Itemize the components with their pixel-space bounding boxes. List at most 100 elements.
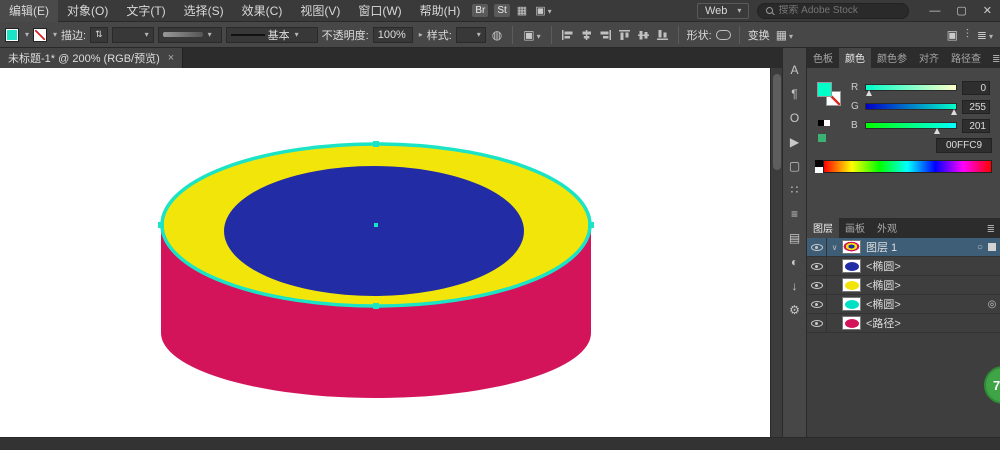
- stroke-weight-stepper[interactable]: ⇅: [90, 27, 108, 43]
- default-colors-icon[interactable]: [818, 120, 830, 126]
- tab-color-guide[interactable]: 颜色参: [871, 48, 913, 68]
- menu-window[interactable]: 窗口(W): [349, 0, 410, 22]
- layer-row-ellipse-blue[interactable]: <椭圆>: [807, 257, 1000, 276]
- opacity-panel-arrow-icon[interactable]: ▸: [419, 30, 423, 39]
- color-spectrum[interactable]: [815, 160, 992, 173]
- stock-icon[interactable]: St: [494, 4, 509, 17]
- stroke-panel-icon[interactable]: ≡: [791, 208, 798, 220]
- restore-button[interactable]: ▢: [948, 4, 974, 17]
- blue-slider-thumb[interactable]: [934, 128, 940, 134]
- tab-align[interactable]: 对齐: [913, 48, 945, 68]
- visibility-toggle[interactable]: [807, 314, 827, 332]
- tab-color[interactable]: 颜色: [839, 48, 871, 68]
- target-circle-icon[interactable]: ○: [972, 242, 988, 253]
- menu-effect[interactable]: 效果(C): [233, 0, 292, 22]
- stroke-color-swatch[interactable]: [33, 28, 47, 42]
- menu-view[interactable]: 视图(V): [291, 0, 349, 22]
- layout-icon[interactable]: ▣▾: [531, 4, 555, 17]
- object-name[interactable]: <椭圆>: [866, 277, 984, 293]
- panel-options-icon[interactable]: ▣: [945, 28, 960, 42]
- green-slider[interactable]: [865, 103, 957, 110]
- document-setup-icon[interactable]: ▣▾: [521, 28, 542, 42]
- stroke-caret-icon[interactable]: ▾: [53, 30, 57, 39]
- menu-edit[interactable]: 编辑(E): [0, 0, 58, 22]
- align-top-icon[interactable]: [618, 29, 631, 41]
- center-point[interactable]: [374, 223, 378, 227]
- bridge-icon[interactable]: Br: [472, 4, 488, 17]
- artboards-panel-icon[interactable]: ▢: [789, 160, 800, 172]
- fill-color-swatch[interactable]: [5, 28, 19, 42]
- menu-help[interactable]: 帮助(H): [411, 0, 470, 22]
- object-name[interactable]: <椭圆>: [866, 296, 984, 312]
- actions-panel-icon[interactable]: ▶: [790, 136, 799, 148]
- menu-select[interactable]: 选择(S): [175, 0, 233, 22]
- align-right-icon[interactable]: [599, 29, 612, 41]
- transform-grid-icon[interactable]: ▦▾: [774, 28, 795, 42]
- transform-label[interactable]: 变换: [748, 27, 770, 43]
- panel-menu-icon[interactable]: ≣: [982, 224, 1000, 238]
- transform-panel-icon[interactable]: ∷: [791, 184, 799, 196]
- opacity-field[interactable]: 100%: [373, 27, 413, 43]
- tab-layers[interactable]: 图层: [807, 218, 839, 238]
- visibility-toggle[interactable]: [807, 276, 827, 294]
- gradient-panel-icon[interactable]: ▤: [789, 232, 800, 244]
- web-color-cube-icon[interactable]: [818, 134, 826, 142]
- workspace-switcher[interactable]: Web ▾: [697, 3, 749, 19]
- minimize-button[interactable]: —: [921, 5, 948, 17]
- transparency-panel-icon[interactable]: ◐: [791, 256, 798, 268]
- anchor-left[interactable]: [158, 222, 164, 228]
- layer-row-ellipse-cyan[interactable]: <椭圆> ◎: [807, 295, 1000, 314]
- layer-name[interactable]: 图层 1: [866, 239, 972, 255]
- panel-menu-icon[interactable]: ≣: [987, 54, 1000, 68]
- recolor-artwork-icon[interactable]: ◍: [490, 28, 504, 42]
- symbols-panel-icon[interactable]: ↓: [792, 280, 798, 292]
- tab-appearance[interactable]: 外观: [871, 218, 903, 238]
- width-profile-dropdown[interactable]: ▾: [158, 27, 222, 43]
- canvas-artboard[interactable]: [0, 68, 770, 437]
- fill-caret-icon[interactable]: ▾: [25, 30, 29, 39]
- green-value[interactable]: 255: [962, 100, 990, 114]
- selection-indicator[interactable]: [988, 243, 996, 251]
- layer-row-path-pink[interactable]: <路径>: [807, 314, 1000, 333]
- settings-gear-icon[interactable]: ⚙: [789, 304, 800, 316]
- paragraph-panel-icon[interactable]: ¶: [791, 88, 797, 100]
- menu-object[interactable]: 对象(O): [58, 0, 117, 22]
- green-slider-thumb[interactable]: [951, 109, 957, 115]
- red-slider[interactable]: [865, 84, 957, 91]
- overflow-menu-icon[interactable]: ≣▾: [975, 28, 995, 42]
- black-white-swatches[interactable]: [815, 160, 823, 173]
- tab-pathfinder[interactable]: 路径查: [945, 48, 987, 68]
- shape-properties-icon[interactable]: [716, 30, 731, 40]
- hex-value-field[interactable]: 00FFC9: [936, 138, 992, 153]
- blue-slider[interactable]: [865, 122, 957, 129]
- search-input[interactable]: [778, 5, 898, 16]
- align-bottom-icon[interactable]: [656, 29, 669, 41]
- visibility-toggle[interactable]: [807, 295, 827, 313]
- blue-value[interactable]: 201: [962, 119, 990, 133]
- character-panel-icon[interactable]: A: [790, 64, 798, 76]
- close-button[interactable]: ✕: [975, 4, 1000, 17]
- stock-search-box[interactable]: [757, 3, 909, 19]
- opentype-panel-icon[interactable]: O: [790, 112, 799, 124]
- inner-ellipse-blue[interactable]: [224, 166, 524, 296]
- expand-arrow-icon[interactable]: ∨: [827, 243, 842, 252]
- visibility-toggle[interactable]: [807, 238, 827, 256]
- anchor-top[interactable]: [373, 141, 379, 147]
- layer-row-layer1[interactable]: ∨ 图层 1 ○: [807, 238, 1000, 257]
- vertical-scrollbar[interactable]: [770, 68, 782, 437]
- brush-definition-dropdown[interactable]: 基本 ▾: [226, 27, 318, 43]
- stroke-weight-dropdown[interactable]: ▾: [112, 27, 154, 43]
- red-value[interactable]: 0: [962, 81, 990, 95]
- target-selected-icon[interactable]: ◎: [984, 299, 1000, 310]
- visibility-toggle[interactable]: [807, 257, 827, 275]
- document-tab[interactable]: 未标题-1* @ 200% (RGB/预览) ×: [0, 48, 183, 68]
- menu-type[interactable]: 文字(T): [117, 0, 174, 22]
- more-options-icon[interactable]: ⫶: [964, 27, 971, 42]
- align-left-icon[interactable]: [561, 29, 574, 41]
- anchor-bottom[interactable]: [373, 303, 379, 309]
- anchor-right[interactable]: [588, 222, 594, 228]
- align-center-icon[interactable]: [580, 29, 593, 41]
- style-dropdown[interactable]: ▾: [456, 27, 486, 43]
- object-name[interactable]: <椭圆>: [866, 258, 984, 274]
- object-name[interactable]: <路径>: [866, 315, 984, 331]
